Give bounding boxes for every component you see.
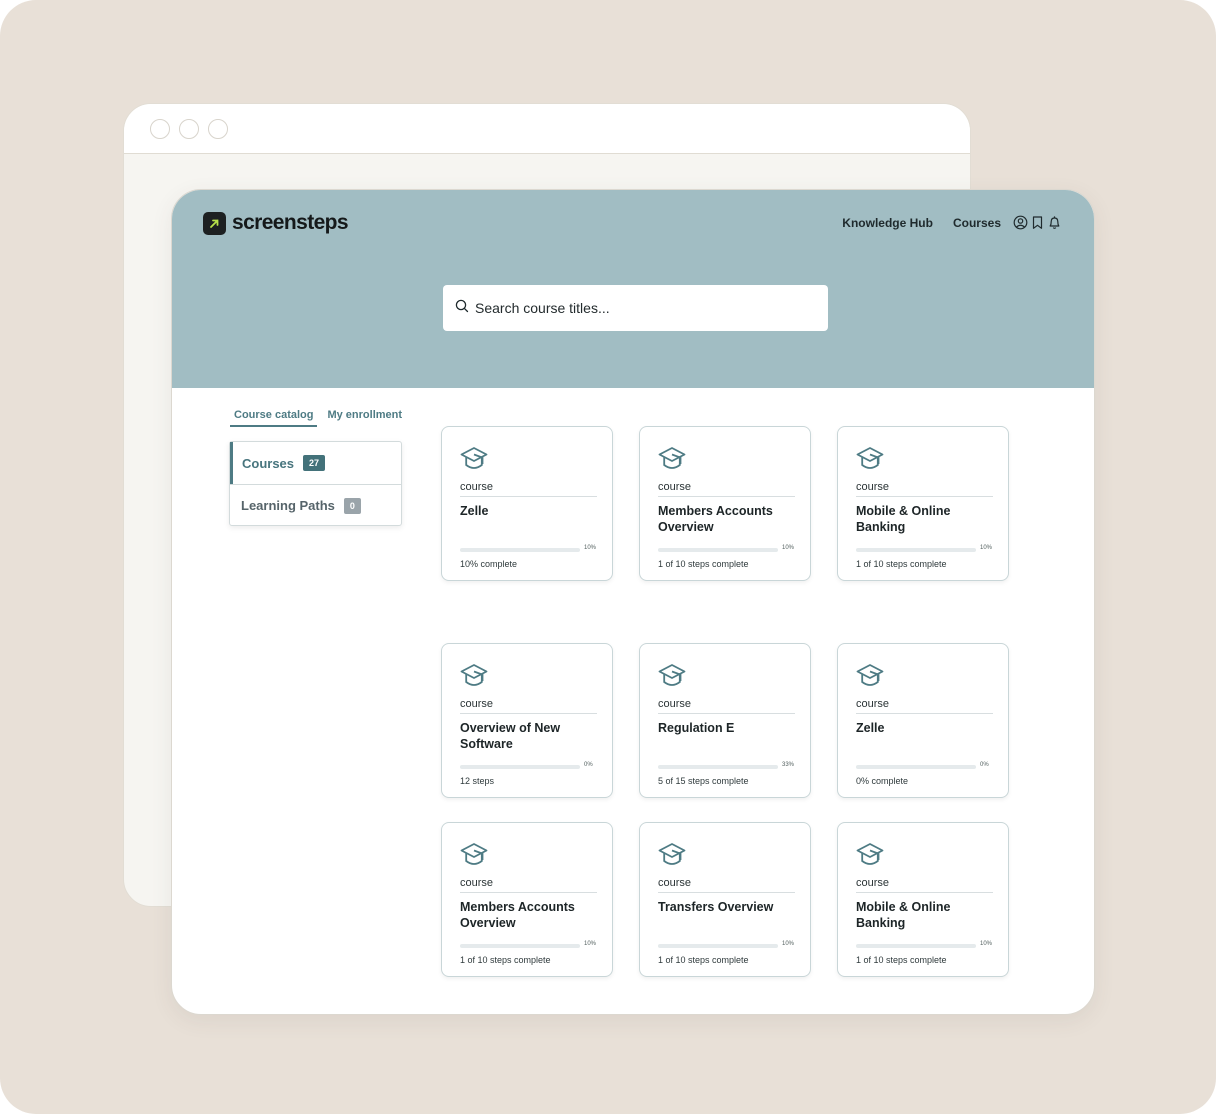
card-type-label: course xyxy=(856,877,993,893)
tab-my-enrollment[interactable]: My enrollment xyxy=(323,407,406,427)
progress-percent: 10% xyxy=(584,545,597,551)
logo-arrow-icon xyxy=(203,211,226,235)
catalog-sidebar: Courses 27 Learning Paths 0 xyxy=(229,441,402,526)
count-badge: 0 xyxy=(343,497,361,514)
app-window: screensteps Knowledge Hub Courses Course… xyxy=(171,189,1095,1015)
course-card[interactable]: course Zelle 10% 10% complete xyxy=(441,426,613,581)
sidebar-item-label: Courses xyxy=(242,455,295,471)
card-type-label: course xyxy=(658,698,795,714)
progress-percent: 0% xyxy=(584,762,593,768)
window-minimize-dot[interactable] xyxy=(179,118,199,139)
card-type-label: course xyxy=(856,698,993,714)
logo[interactable]: screensteps xyxy=(203,211,349,235)
progress-status: 1 of 10 steps complete xyxy=(856,955,947,965)
nav-courses[interactable]: Courses xyxy=(953,216,1001,230)
progress-bar xyxy=(856,548,976,552)
catalog-tabs: Course catalog My enrollment xyxy=(230,407,406,427)
progress-bar xyxy=(658,765,778,769)
graduation-cap-icon xyxy=(657,841,687,869)
course-card[interactable]: course Mobile & Online Banking 10% 1 of … xyxy=(837,426,1009,581)
card-title: Transfers Overview xyxy=(658,900,774,914)
progress-bar xyxy=(658,944,778,948)
card-type-label: course xyxy=(658,481,795,497)
progress-percent: 33% xyxy=(782,762,795,768)
card-type-label: course xyxy=(460,481,597,497)
card-title: Overview of New Software xyxy=(460,721,561,751)
progress-status: 12 steps xyxy=(460,776,495,786)
user-icon[interactable] xyxy=(1013,215,1028,230)
search-input[interactable] xyxy=(475,300,805,316)
course-card[interactable]: course Mobile & Online Banking 10% 1 of … xyxy=(837,822,1009,977)
progress-bar xyxy=(460,548,580,552)
window-maximize-dot[interactable] xyxy=(208,118,228,139)
graduation-cap-icon xyxy=(855,841,885,869)
window-titlebar xyxy=(124,104,970,154)
progress-status: 0% complete xyxy=(856,776,909,786)
progress-status: 1 of 10 steps complete xyxy=(658,955,749,965)
nav-knowledge-hub[interactable]: Knowledge Hub xyxy=(842,216,933,230)
tab-course-catalog[interactable]: Course catalog xyxy=(230,407,318,427)
card-title: Zelle xyxy=(460,504,489,518)
card-title: Mobile & Online Banking xyxy=(856,900,951,930)
graduation-cap-icon xyxy=(657,662,687,690)
window-close-dot[interactable] xyxy=(150,118,170,139)
card-type-label: course xyxy=(460,698,597,714)
progress-bar xyxy=(856,765,976,769)
card-type-label: course xyxy=(658,877,795,893)
progress-status: 1 of 10 steps complete xyxy=(460,955,551,965)
progress-percent: 10% xyxy=(782,545,795,551)
progress-bar xyxy=(460,944,580,948)
top-nav: Knowledge Hub Courses xyxy=(842,215,1062,230)
graduation-cap-icon xyxy=(657,445,687,473)
graduation-cap-icon xyxy=(459,841,489,869)
graduation-cap-icon xyxy=(855,445,885,473)
logo-text: screensteps xyxy=(232,211,349,234)
graduation-cap-icon xyxy=(855,662,885,690)
card-title: Zelle xyxy=(856,721,885,735)
sidebar-item-courses[interactable]: Courses 27 xyxy=(230,442,401,484)
sidebar-item-learning-paths[interactable]: Learning Paths 0 xyxy=(230,484,401,526)
progress-percent: 10% xyxy=(980,941,993,947)
course-card[interactable]: course Zelle 0% 0% complete xyxy=(837,643,1009,798)
progress-status: 1 of 10 steps complete xyxy=(658,559,749,569)
card-title: Members Accounts Overview xyxy=(658,504,773,534)
graduation-cap-icon xyxy=(459,445,489,473)
card-type-label: course xyxy=(856,481,993,497)
progress-percent: 0% xyxy=(980,762,989,768)
progress-status: 1 of 10 steps complete xyxy=(856,559,947,569)
progress-status: 5 of 15 steps complete xyxy=(658,776,749,786)
progress-status: 10% complete xyxy=(460,559,518,569)
card-title: Regulation E xyxy=(658,721,735,735)
sidebar-item-label: Learning Paths xyxy=(241,498,335,513)
progress-percent: 10% xyxy=(980,545,993,551)
progress-bar xyxy=(658,548,778,552)
course-card[interactable]: course Overview of New Software 0% 12 st… xyxy=(441,643,613,798)
progress-percent: 10% xyxy=(584,941,597,947)
card-title: Mobile & Online Banking xyxy=(856,504,951,534)
course-card[interactable]: course Members Accounts Overview 10% 1 o… xyxy=(441,822,613,977)
graduation-cap-icon xyxy=(459,662,489,690)
progress-bar xyxy=(856,944,976,948)
search-box[interactable] xyxy=(443,285,828,331)
count-badge: 27 xyxy=(303,455,326,471)
progress-bar xyxy=(460,765,580,769)
course-card[interactable]: course Members Accounts Overview 10% 1 o… xyxy=(639,426,811,581)
card-title: Members Accounts Overview xyxy=(460,900,575,930)
course-card[interactable]: course Regulation E 33% 5 of 15 steps co… xyxy=(639,643,811,798)
search-icon xyxy=(455,299,469,318)
header-hero: screensteps Knowledge Hub Courses xyxy=(172,190,1094,388)
bell-icon[interactable] xyxy=(1047,215,1062,230)
bookmark-icon[interactable] xyxy=(1030,215,1045,230)
progress-percent: 10% xyxy=(782,941,795,947)
card-type-label: course xyxy=(460,877,597,893)
course-card[interactable]: course Transfers Overview 10% 1 of 10 st… xyxy=(639,822,811,977)
